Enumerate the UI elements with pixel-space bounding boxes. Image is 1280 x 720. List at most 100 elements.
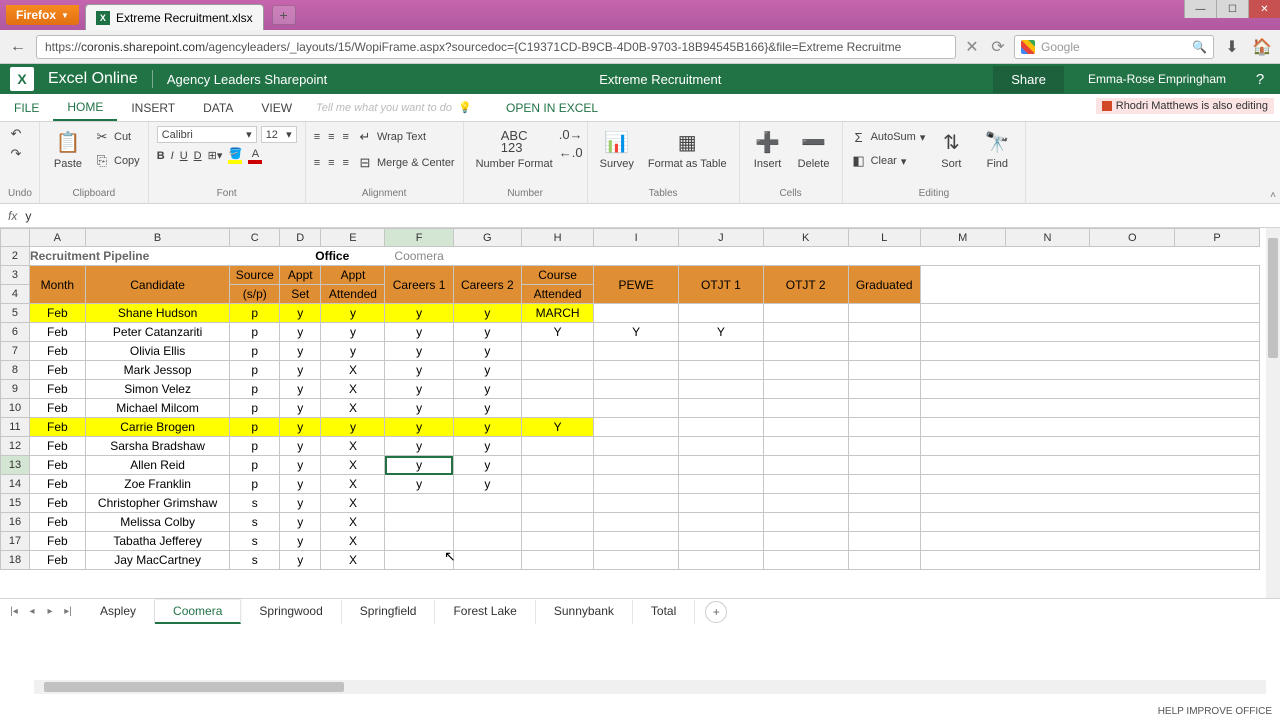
font-color-button[interactable]: A bbox=[248, 148, 262, 164]
row-header[interactable]: 11 bbox=[1, 418, 30, 437]
add-sheet-button[interactable]: + bbox=[705, 601, 727, 623]
borders-button[interactable]: ⊞▾ bbox=[208, 149, 223, 162]
find-button[interactable]: 🔭Find bbox=[977, 126, 1017, 172]
cell[interactable]: y bbox=[280, 380, 321, 399]
column-header-J[interactable]: J bbox=[679, 229, 764, 247]
cell[interactable]: Feb bbox=[29, 551, 85, 570]
cell[interactable] bbox=[521, 475, 593, 494]
underline-button[interactable]: U bbox=[180, 150, 188, 162]
cell[interactable]: y bbox=[280, 437, 321, 456]
font-size-select[interactable]: 12▾ bbox=[261, 126, 297, 143]
cell[interactable]: Feb bbox=[29, 399, 85, 418]
cell[interactable]: y bbox=[385, 361, 453, 380]
row-header[interactable]: 3 bbox=[1, 266, 30, 285]
maximize-button[interactable]: ☐ bbox=[1216, 0, 1248, 18]
table-header[interactable]: OTJT 2 bbox=[763, 266, 848, 304]
cell[interactable]: X bbox=[321, 494, 385, 513]
cell[interactable] bbox=[763, 532, 848, 551]
horizontal-scrollbar[interactable] bbox=[34, 680, 1266, 694]
cell[interactable] bbox=[848, 532, 920, 551]
column-header-E[interactable]: E bbox=[321, 229, 385, 247]
cell[interactable]: y bbox=[280, 513, 321, 532]
home-button[interactable]: 🏠 bbox=[1250, 35, 1274, 59]
sheet-nav-first[interactable]: |◂ bbox=[6, 606, 22, 617]
cell[interactable]: y bbox=[453, 323, 521, 342]
cell[interactable]: y bbox=[385, 380, 453, 399]
row-header[interactable]: 14 bbox=[1, 475, 30, 494]
cell[interactable] bbox=[848, 437, 920, 456]
cell[interactable]: Feb bbox=[29, 323, 85, 342]
survey-button[interactable]: 📊Survey bbox=[596, 126, 638, 172]
browser-tab[interactable]: X Extreme Recruitment.xlsx bbox=[85, 4, 264, 30]
cell[interactable] bbox=[763, 475, 848, 494]
cell[interactable] bbox=[848, 494, 920, 513]
row-header[interactable]: 2 bbox=[1, 247, 30, 266]
cell[interactable] bbox=[385, 513, 453, 532]
open-in-excel-button[interactable]: OPEN IN EXCEL bbox=[506, 94, 598, 121]
align-center-button[interactable]: ≡ bbox=[328, 157, 334, 169]
delete-cells-button[interactable]: ➖Delete bbox=[794, 126, 834, 172]
cell[interactable]: y bbox=[280, 323, 321, 342]
column-header-D[interactable]: D bbox=[280, 229, 321, 247]
cell[interactable]: Feb bbox=[29, 361, 85, 380]
table-header[interactable]: Graduated bbox=[848, 266, 920, 304]
cell[interactable]: Olivia Ellis bbox=[85, 342, 230, 361]
column-header-C[interactable]: C bbox=[230, 229, 280, 247]
cell[interactable]: y bbox=[453, 380, 521, 399]
cell[interactable]: X bbox=[321, 399, 385, 418]
cell[interactable] bbox=[679, 532, 764, 551]
cell[interactable]: y bbox=[280, 304, 321, 323]
share-button[interactable]: Share bbox=[993, 66, 1064, 93]
vertical-scrollbar[interactable] bbox=[1266, 228, 1280, 598]
undo-icon[interactable]: ↶ bbox=[8, 126, 24, 142]
cell[interactable] bbox=[763, 456, 848, 475]
cell[interactable]: y bbox=[385, 304, 453, 323]
wrap-text-button[interactable]: ↵Wrap Text bbox=[357, 126, 426, 148]
cell[interactable] bbox=[679, 513, 764, 532]
row-header[interactable]: 15 bbox=[1, 494, 30, 513]
cell[interactable]: Shane Hudson bbox=[85, 304, 230, 323]
cell[interactable]: Feb bbox=[29, 456, 85, 475]
tab-insert[interactable]: INSERT bbox=[117, 94, 189, 121]
cell[interactable]: X bbox=[321, 532, 385, 551]
sheet-tab-aspley[interactable]: Aspley bbox=[82, 600, 155, 624]
cell[interactable]: s bbox=[230, 551, 280, 570]
table-header[interactable]: PEWE bbox=[594, 266, 679, 304]
row-header[interactable]: 12 bbox=[1, 437, 30, 456]
cell[interactable] bbox=[679, 456, 764, 475]
cell[interactable] bbox=[679, 380, 764, 399]
cell[interactable]: y bbox=[321, 342, 385, 361]
cell[interactable] bbox=[848, 399, 920, 418]
cell[interactable]: p bbox=[230, 418, 280, 437]
cell[interactable]: Simon Velez bbox=[85, 380, 230, 399]
cell[interactable] bbox=[594, 551, 679, 570]
cell[interactable] bbox=[763, 323, 848, 342]
align-middle-button[interactable]: ≡ bbox=[328, 131, 334, 143]
cell[interactable] bbox=[679, 551, 764, 570]
cell[interactable] bbox=[763, 418, 848, 437]
cell[interactable] bbox=[848, 323, 920, 342]
sheet-nav-next[interactable]: ▸ bbox=[42, 606, 58, 617]
cell[interactable]: p bbox=[230, 380, 280, 399]
cell[interactable]: y bbox=[453, 437, 521, 456]
cell[interactable]: p bbox=[230, 399, 280, 418]
cell[interactable] bbox=[679, 475, 764, 494]
cell[interactable]: y bbox=[321, 304, 385, 323]
cell[interactable] bbox=[521, 437, 593, 456]
cell[interactable]: Sarsha Bradshaw bbox=[85, 437, 230, 456]
cell[interactable] bbox=[848, 551, 920, 570]
cell[interactable]: p bbox=[230, 304, 280, 323]
cell[interactable] bbox=[763, 437, 848, 456]
cell[interactable]: s bbox=[230, 494, 280, 513]
cell[interactable] bbox=[679, 342, 764, 361]
table-header[interactable]: Candidate bbox=[85, 266, 230, 304]
cell[interactable]: Y bbox=[679, 323, 764, 342]
paste-button[interactable]: 📋 Paste bbox=[48, 126, 88, 172]
coauthor-notice[interactable]: Rhodri Matthews is also editing bbox=[1096, 98, 1274, 114]
cell[interactable] bbox=[521, 399, 593, 418]
tell-me-box[interactable]: Tell me what you want to do 💡 bbox=[316, 94, 486, 121]
cell[interactable] bbox=[763, 380, 848, 399]
downloads-button[interactable]: ⬇ bbox=[1220, 35, 1244, 59]
cell[interactable] bbox=[594, 361, 679, 380]
sort-button[interactable]: ⇅Sort bbox=[931, 126, 971, 172]
